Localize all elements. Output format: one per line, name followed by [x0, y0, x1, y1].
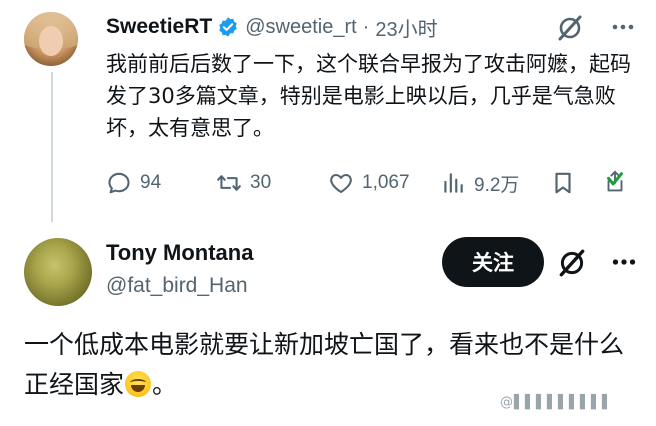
- more-options-icon[interactable]: [608, 12, 638, 42]
- avatar-sweetie[interactable]: [24, 12, 78, 66]
- like-button[interactable]: 1,067: [328, 170, 410, 196]
- views-icon: [444, 173, 463, 193]
- tweet-time[interactable]: 23小时: [375, 13, 437, 42]
- bookmark-button[interactable]: [550, 170, 584, 196]
- avatar-face: [39, 26, 63, 56]
- retweet-button[interactable]: 30: [216, 170, 271, 196]
- avatar-tony[interactable]: [24, 238, 92, 306]
- reply-text: 一个低成本电影就要让新加坡亡国了，看来也不是什么正经国家。: [24, 325, 644, 405]
- views-button[interactable]: 9.2万: [440, 170, 519, 197]
- views-count: 9.2万: [474, 174, 520, 196]
- author-handle[interactable]: @sweetie_rt: [245, 16, 356, 39]
- share-button[interactable]: [602, 170, 636, 196]
- reply-count: 94: [140, 172, 162, 193]
- retweet-icon: [217, 175, 241, 191]
- dot-separator: ·: [362, 15, 370, 38]
- verified-badge-icon: [219, 17, 237, 37]
- watermark: @▌▌▌▌▌▌▌▌▌: [500, 395, 613, 410]
- author-name[interactable]: SweetieRT: [106, 15, 212, 39]
- reply-author-handle[interactable]: @fat_bird_Han: [106, 274, 248, 298]
- like-count: 1,067: [362, 172, 410, 193]
- like-icon: [330, 173, 352, 194]
- reply-text-main: 一个低成本电影就要让新加坡亡国了，看来也不是什么正经国家: [24, 330, 625, 399]
- retweet-count: 30: [250, 172, 272, 193]
- tears-of-joy-emoji: [125, 371, 152, 397]
- tweet-actions: 94 30 1,067 9.2万: [106, 166, 636, 200]
- reply-button[interactable]: 94: [106, 170, 161, 196]
- bookmark-icon: [555, 172, 571, 194]
- share-icon: [607, 170, 623, 192]
- more-options-icon[interactable]: [608, 246, 640, 278]
- grok-icon[interactable]: [556, 247, 588, 279]
- reply-icon: [108, 172, 130, 194]
- reply-text-end: 。: [152, 370, 178, 399]
- thread-connector-line: [51, 72, 53, 222]
- tweet-thread: SweetieRT @sweetie_rt · 23小时 我前前后后数了一下，这…: [0, 0, 656, 426]
- follow-button[interactable]: 关注: [442, 237, 544, 287]
- tweet-header: SweetieRT @sweetie_rt · 23小时: [106, 13, 438, 42]
- reply-author-name[interactable]: Tony Montana: [106, 240, 253, 266]
- grok-icon[interactable]: [555, 13, 585, 43]
- tweet-text: 我前前后后数了一下，这个联合早报为了攻击阿嬷，起码发了30多篇文章，特别是电影上…: [106, 52, 631, 140]
